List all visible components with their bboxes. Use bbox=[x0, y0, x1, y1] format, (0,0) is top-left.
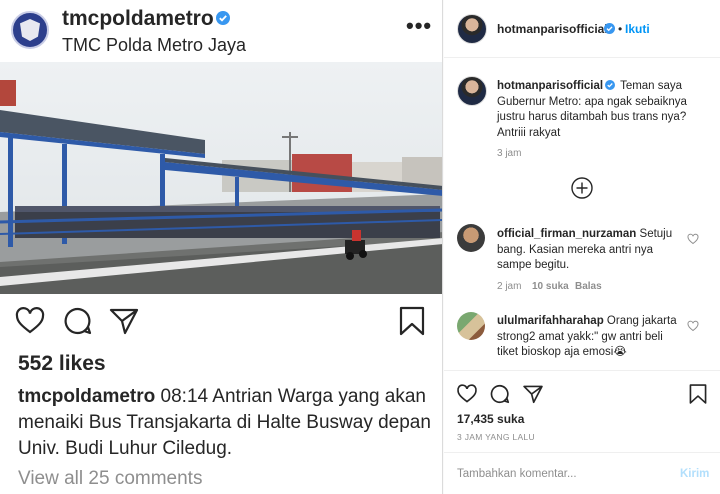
share-icon[interactable] bbox=[108, 305, 140, 337]
comment-2-username[interactable]: ululmarifahharahap bbox=[497, 315, 604, 327]
comment-2: ululmarifahharahap Orang jakarta strong2… bbox=[497, 314, 679, 361]
comment-avatar[interactable] bbox=[457, 312, 485, 340]
heart-icon[interactable] bbox=[14, 305, 46, 337]
comment-icon[interactable] bbox=[62, 305, 94, 337]
post-header: tmcpoldametro TMC Polda Metro Jaya ••• bbox=[0, 0, 442, 63]
share-icon[interactable] bbox=[522, 383, 544, 405]
panel-post-time: 3 JAM YANG LALU bbox=[457, 432, 535, 442]
post-avatar[interactable] bbox=[11, 11, 49, 49]
post-full-name: TMC Polda Metro Jaya bbox=[62, 35, 247, 55]
header-username[interactable]: hotmanparisofficial bbox=[497, 22, 608, 36]
comment-1-time: 2 jam bbox=[497, 281, 522, 292]
caption-avatar[interactable] bbox=[457, 76, 487, 106]
header-dot: • bbox=[618, 22, 623, 36]
comment-1-username[interactable]: official_firman_nurzaman bbox=[497, 228, 636, 240]
owner-caption: hotmanparisofficial Teman saya Gubernur … bbox=[497, 79, 697, 141]
post-actions bbox=[0, 305, 442, 345]
verified-icon bbox=[604, 23, 615, 34]
panel-likes[interactable]: 17,435 suka bbox=[457, 412, 524, 426]
caption-time: 3 jam bbox=[497, 148, 522, 159]
comment-input[interactable]: Tambahkan komentar... bbox=[457, 468, 577, 480]
owner-caption-username[interactable]: hotmanparisofficial bbox=[497, 80, 603, 92]
send-button[interactable]: Kirim bbox=[680, 468, 709, 480]
heart-icon[interactable] bbox=[456, 383, 478, 405]
post-likes[interactable]: 552 likes bbox=[18, 352, 106, 376]
post-photo bbox=[0, 62, 442, 294]
post-username[interactable]: tmcpoldametro bbox=[62, 7, 214, 31]
bookmark-icon[interactable] bbox=[396, 305, 428, 337]
comment-avatar[interactable] bbox=[457, 224, 485, 252]
comment-icon[interactable] bbox=[489, 383, 511, 405]
caption-username[interactable]: tmcpoldametro bbox=[18, 386, 155, 407]
post-caption: tmcpoldametro 08:14 Antrian Warga yang a… bbox=[18, 384, 438, 462]
bookmark-icon[interactable] bbox=[687, 383, 709, 405]
comment-1-reply[interactable]: Balas bbox=[575, 281, 602, 292]
comments-panel: hotmanparisofficial • Ikuti hotmanpariso… bbox=[444, 0, 720, 494]
panel-header: hotmanparisofficial • Ikuti bbox=[444, 0, 720, 58]
view-all-comments-link[interactable]: View all 25 comments bbox=[18, 468, 202, 490]
comment-1: official_firman_nurzaman Setuju bang. Ka… bbox=[497, 227, 679, 274]
post-panel: tmcpoldametro TMC Polda Metro Jaya ••• 5… bbox=[0, 0, 443, 494]
more-icon[interactable]: ••• bbox=[406, 13, 432, 39]
heart-icon[interactable] bbox=[687, 233, 699, 245]
verified-icon bbox=[216, 11, 230, 25]
header-avatar[interactable] bbox=[457, 14, 487, 44]
comment-box: Tambahkan komentar... Kirim bbox=[444, 452, 720, 494]
add-circle-icon[interactable] bbox=[570, 176, 594, 200]
heart-icon[interactable] bbox=[687, 320, 699, 332]
comment-1-likes[interactable]: 10 suka bbox=[532, 281, 569, 292]
verified-icon bbox=[605, 80, 616, 90]
follow-button[interactable]: Ikuti bbox=[625, 22, 650, 36]
